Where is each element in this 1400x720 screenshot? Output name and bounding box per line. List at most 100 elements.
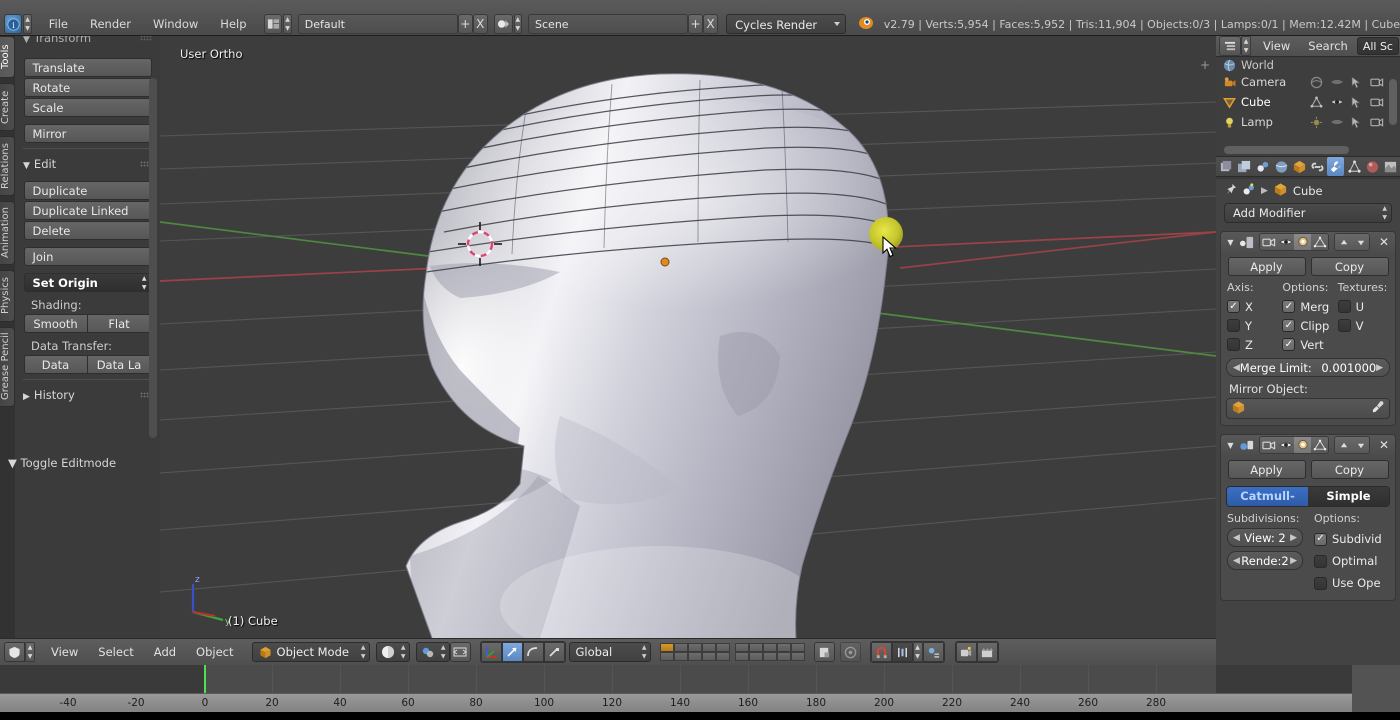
render-visibility-icon[interactable] xyxy=(1260,234,1277,250)
delete-scene-button[interactable]: X xyxy=(703,14,719,34)
timeline-ruler[interactable]: -40 -20 0 20 40 60 80 100 120 140 160 18… xyxy=(0,693,1352,712)
join-button[interactable]: Join xyxy=(23,247,152,266)
checkbox[interactable] xyxy=(1227,319,1240,332)
on-cage-display-icon[interactable] xyxy=(1311,234,1328,250)
viewport-shading-dropdown[interactable]: ▲ ▼ xyxy=(375,642,410,662)
timeline-playhead[interactable] xyxy=(204,665,206,693)
timeline-editor[interactable]: -40 -20 0 20 40 60 80 100 120 140 160 18… xyxy=(0,665,1400,720)
delete-modifier-icon[interactable]: ✕ xyxy=(1376,438,1392,452)
add-scene-button[interactable]: + xyxy=(688,14,704,34)
increment-arrow-icon[interactable]: ▶ xyxy=(1376,359,1383,377)
data-layout-button[interactable]: Data La xyxy=(87,355,152,374)
mirror-texture-u[interactable]: U xyxy=(1337,297,1389,316)
viewport-menu-add[interactable]: Add xyxy=(144,643,186,662)
blender-logo-icon[interactable]: i xyxy=(4,14,23,34)
menu-window[interactable]: Window xyxy=(142,14,209,34)
checkbox[interactable] xyxy=(1313,576,1327,590)
modifier-header-subsurf[interactable]: ▼ ✕ xyxy=(1221,435,1395,455)
algorithm-catmull-clark[interactable]: Catmull-Clark xyxy=(1227,487,1308,506)
lamp-data-icon[interactable] xyxy=(1309,115,1324,129)
tab-object-icon[interactable] xyxy=(1291,157,1308,176)
manipulator-scale-icon[interactable] xyxy=(543,642,565,662)
layer-cell[interactable] xyxy=(748,643,763,652)
outliner-horizontal-scrollbar[interactable] xyxy=(1224,146,1349,154)
pivot-point-dropdown[interactable]: ▲ ▼ xyxy=(415,642,450,662)
panel-edit-header[interactable]: ▼ Edit xyxy=(15,154,160,174)
manipulator-toggle-icon[interactable] xyxy=(480,642,502,662)
layer-cell[interactable] xyxy=(701,643,716,652)
proportional-edit-icon[interactable] xyxy=(839,642,861,662)
camera-data-icon[interactable] xyxy=(1309,75,1324,89)
decrement-arrow-icon[interactable]: ◀ xyxy=(1233,529,1240,547)
tab-modifiers-icon[interactable] xyxy=(1327,157,1345,176)
layer-cell[interactable] xyxy=(734,652,749,661)
duplicate-button[interactable]: Duplicate xyxy=(23,181,152,200)
render-visibility-icon[interactable] xyxy=(1369,75,1384,89)
subsurf-option-optimal-display[interactable]: Optimal xyxy=(1313,550,1389,572)
selectable-icon[interactable] xyxy=(1349,95,1364,109)
algorithm-simple[interactable]: Simple xyxy=(1308,487,1389,506)
editor-type-spinner[interactable]: ▲ ▼ xyxy=(23,14,32,34)
layer-cell[interactable] xyxy=(673,652,688,661)
manipulate-center-points-icon[interactable] xyxy=(449,642,471,662)
tool-shelf-scrollbar[interactable] xyxy=(149,78,157,438)
on-cage-display-icon[interactable] xyxy=(1311,437,1328,453)
layer-cell[interactable] xyxy=(659,643,674,652)
snap-magnet-icon[interactable] xyxy=(870,642,892,662)
checkbox[interactable] xyxy=(1313,532,1327,546)
outliner-editor-type-icon[interactable] xyxy=(1219,36,1241,56)
delete-modifier-icon[interactable]: ✕ xyxy=(1376,235,1392,249)
layer-cell[interactable] xyxy=(776,643,791,652)
tab-relations[interactable]: Relations xyxy=(0,136,15,196)
outliner-tree[interactable]: World Camera Cube Lamp xyxy=(1216,57,1400,156)
scene-spinner[interactable]: ▲ ▼ xyxy=(513,14,523,34)
tab-animation[interactable]: Animation xyxy=(0,201,15,265)
render-visibility-icon[interactable] xyxy=(1260,437,1277,453)
increment-arrow-icon[interactable]: ▶ xyxy=(1290,552,1297,570)
interaction-mode-dropdown[interactable]: Object Mode ▲ ▼ xyxy=(251,642,370,662)
manipulator-rotate-icon[interactable] xyxy=(522,642,544,662)
shade-flat-button[interactable]: Flat xyxy=(87,314,152,333)
shade-smooth-button[interactable]: Smooth xyxy=(23,314,88,333)
menu-help[interactable]: Help xyxy=(209,14,257,34)
viewport-menu-object[interactable]: Object xyxy=(186,643,243,662)
merge-limit-field[interactable]: ◀ Merge Limit: 0.001000 ▶ xyxy=(1226,358,1390,377)
decrement-arrow-icon[interactable]: ◀ xyxy=(1233,552,1240,570)
layer-buttons-group-1[interactable] xyxy=(659,643,805,661)
collapse-triangle-icon[interactable]: ▼ xyxy=(1224,441,1237,450)
tab-physics[interactable]: Physics xyxy=(0,270,15,322)
opengl-render-icon[interactable] xyxy=(955,642,977,662)
tab-scene-icon[interactable] xyxy=(1254,157,1271,176)
editor-type-icon[interactable] xyxy=(4,642,25,662)
edit-mode-display-icon[interactable] xyxy=(1294,234,1311,250)
decrement-arrow-icon[interactable]: ◀ xyxy=(1233,359,1240,377)
add-modifier-dropdown[interactable]: Add Modifier ▲ ▼ xyxy=(1224,203,1392,223)
increment-arrow-icon[interactable]: ▶ xyxy=(1290,529,1297,547)
tab-render-layers-icon[interactable] xyxy=(1236,157,1253,176)
render-engine-dropdown[interactable]: Cycles Render xyxy=(726,14,847,34)
layer-cell[interactable] xyxy=(790,643,805,652)
timeline-track[interactable] xyxy=(0,665,1352,693)
copy-button[interactable]: Copy xyxy=(1310,257,1389,276)
collapse-triangle-icon[interactable]: ▼ xyxy=(1224,238,1237,247)
render-visibility-icon[interactable] xyxy=(1369,115,1384,129)
layer-cell[interactable] xyxy=(701,652,716,661)
delete-screen-layout-button[interactable]: X xyxy=(472,14,488,34)
checkbox[interactable] xyxy=(1282,338,1296,351)
screen-layout-spinner[interactable]: ▲ ▼ xyxy=(283,14,292,34)
selectable-icon[interactable] xyxy=(1349,75,1364,89)
selectable-icon[interactable] xyxy=(1349,115,1364,129)
screen-layout-field[interactable]: Default xyxy=(297,14,458,34)
checkbox[interactable] xyxy=(1282,319,1296,332)
apply-button[interactable]: Apply xyxy=(1227,460,1306,479)
editor-type-spinner[interactable]: ▲ ▼ xyxy=(25,642,35,662)
mirror-button[interactable]: Mirror xyxy=(23,124,152,143)
tab-tools[interactable]: Tools xyxy=(0,36,15,78)
translate-button[interactable]: Translate xyxy=(23,58,152,77)
3d-viewport[interactable]: z y User Ortho (1) Cube + xyxy=(160,36,1216,638)
move-down-icon[interactable] xyxy=(1352,234,1369,250)
transform-orientation-dropdown[interactable]: Global ▲ ▼ xyxy=(568,642,651,662)
outliner-display-mode[interactable]: All Sc xyxy=(1356,37,1399,55)
mirror-option-clipping[interactable]: Clipp xyxy=(1282,316,1333,335)
outliner-row-world[interactable]: World xyxy=(1216,58,1400,72)
